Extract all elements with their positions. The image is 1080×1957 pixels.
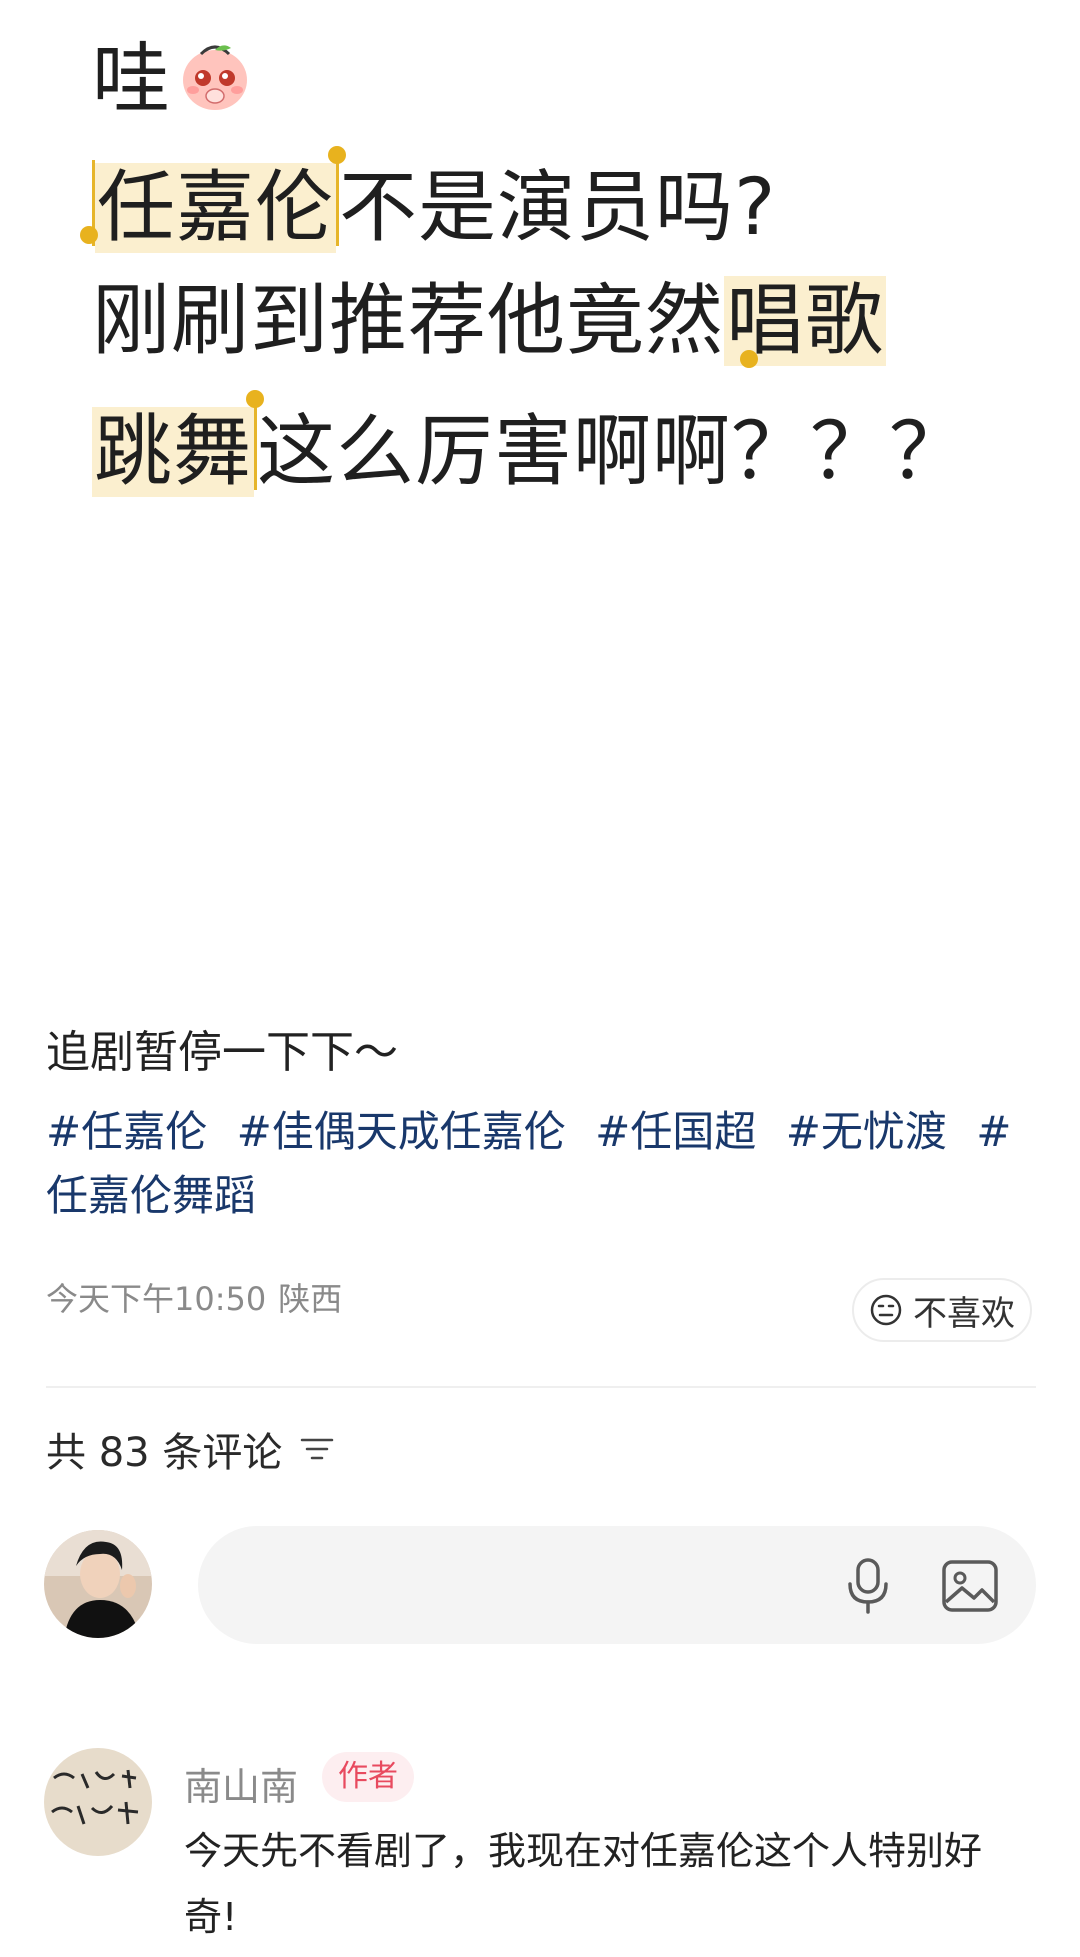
user-photo-avatar <box>44 1530 152 1638</box>
tag-link[interactable]: #任嘉伦 <box>46 1107 207 1156</box>
comment-input-box[interactable] <box>198 1526 1036 1644</box>
selection-handle-start-2[interactable] <box>740 350 758 368</box>
post-line-3: 刚刷到推荐他竟然唱歌 <box>92 276 887 366</box>
neutral-face-icon <box>870 1294 902 1326</box>
author-badge: 作者 <box>322 1752 414 1802</box>
highlight-ren-jialun: 任嘉伦 <box>95 163 337 253</box>
tag-link[interactable]: #任国超 <box>595 1107 756 1156</box>
post-caption: 追剧暂停一下下～ <box>46 1027 398 1078</box>
post-line-2-rest: 不是演员吗? <box>339 163 777 253</box>
calligraphy-avatar <box>44 1748 152 1856</box>
post-location: 陕西 <box>278 1280 343 1318</box>
selection-handle-start[interactable] <box>80 226 98 244</box>
post-line-2: 任嘉伦不是演员吗? <box>92 160 776 253</box>
highlight-dancing: 跳舞 <box>92 407 255 497</box>
dislike-button[interactable]: 不喜欢 <box>852 1278 1032 1342</box>
comment-count-header[interactable]: 共 83 条评论 <box>46 1420 334 1478</box>
sort-lines-icon <box>301 1438 334 1460</box>
selection-handle-end[interactable] <box>328 146 346 164</box>
tag-list: #任嘉伦 #佳偶天成任嘉伦 #任国超 #无忧渡 #任嘉伦舞蹈 <box>46 1100 1036 1228</box>
post-line-3-plain: 刚刷到推荐他竟然 <box>92 276 725 366</box>
microphone-icon[interactable] <box>840 1556 896 1616</box>
comment-input[interactable] <box>254 1556 818 1614</box>
comment-text[interactable]: 今天先不看剧了，我现在对任嘉伦这个人特别好奇! <box>184 1818 1034 1950</box>
post-line-1-text: 哇 <box>92 35 172 125</box>
tag-link[interactable]: #无忧渡 <box>786 1107 947 1156</box>
my-avatar[interactable] <box>44 1530 152 1638</box>
selection-handle-end-2[interactable] <box>246 390 264 408</box>
post-image[interactable]: 哇 任嘉伦不是演员吗? 刚刷到推荐他竟然唱歌 跳舞这么厉害啊啊？？？ <box>0 0 1080 960</box>
blushing-peach-emoji-icon <box>183 45 248 110</box>
post-line-4-rest: 这么厉害啊啊？？？ <box>257 407 969 497</box>
tag-link[interactable]: #佳偶天成任嘉伦 <box>237 1107 566 1156</box>
post-line-1: 哇 <box>92 36 255 119</box>
post-meta: 今天下午10:50 陕西 <box>46 1274 342 1320</box>
divider <box>46 1386 1036 1388</box>
comment-author-name[interactable]: 南山南 <box>184 1756 298 1811</box>
post-line-4: 跳舞这么厉害啊啊？？？ <box>92 404 968 497</box>
comment-author-avatar[interactable] <box>44 1748 152 1856</box>
post-time: 今天下午10:50 <box>46 1280 267 1318</box>
dislike-label: 不喜欢 <box>913 1293 1015 1334</box>
comment-count-label: 共 83 条评论 <box>46 1430 283 1476</box>
image-icon[interactable] <box>940 1556 1000 1616</box>
